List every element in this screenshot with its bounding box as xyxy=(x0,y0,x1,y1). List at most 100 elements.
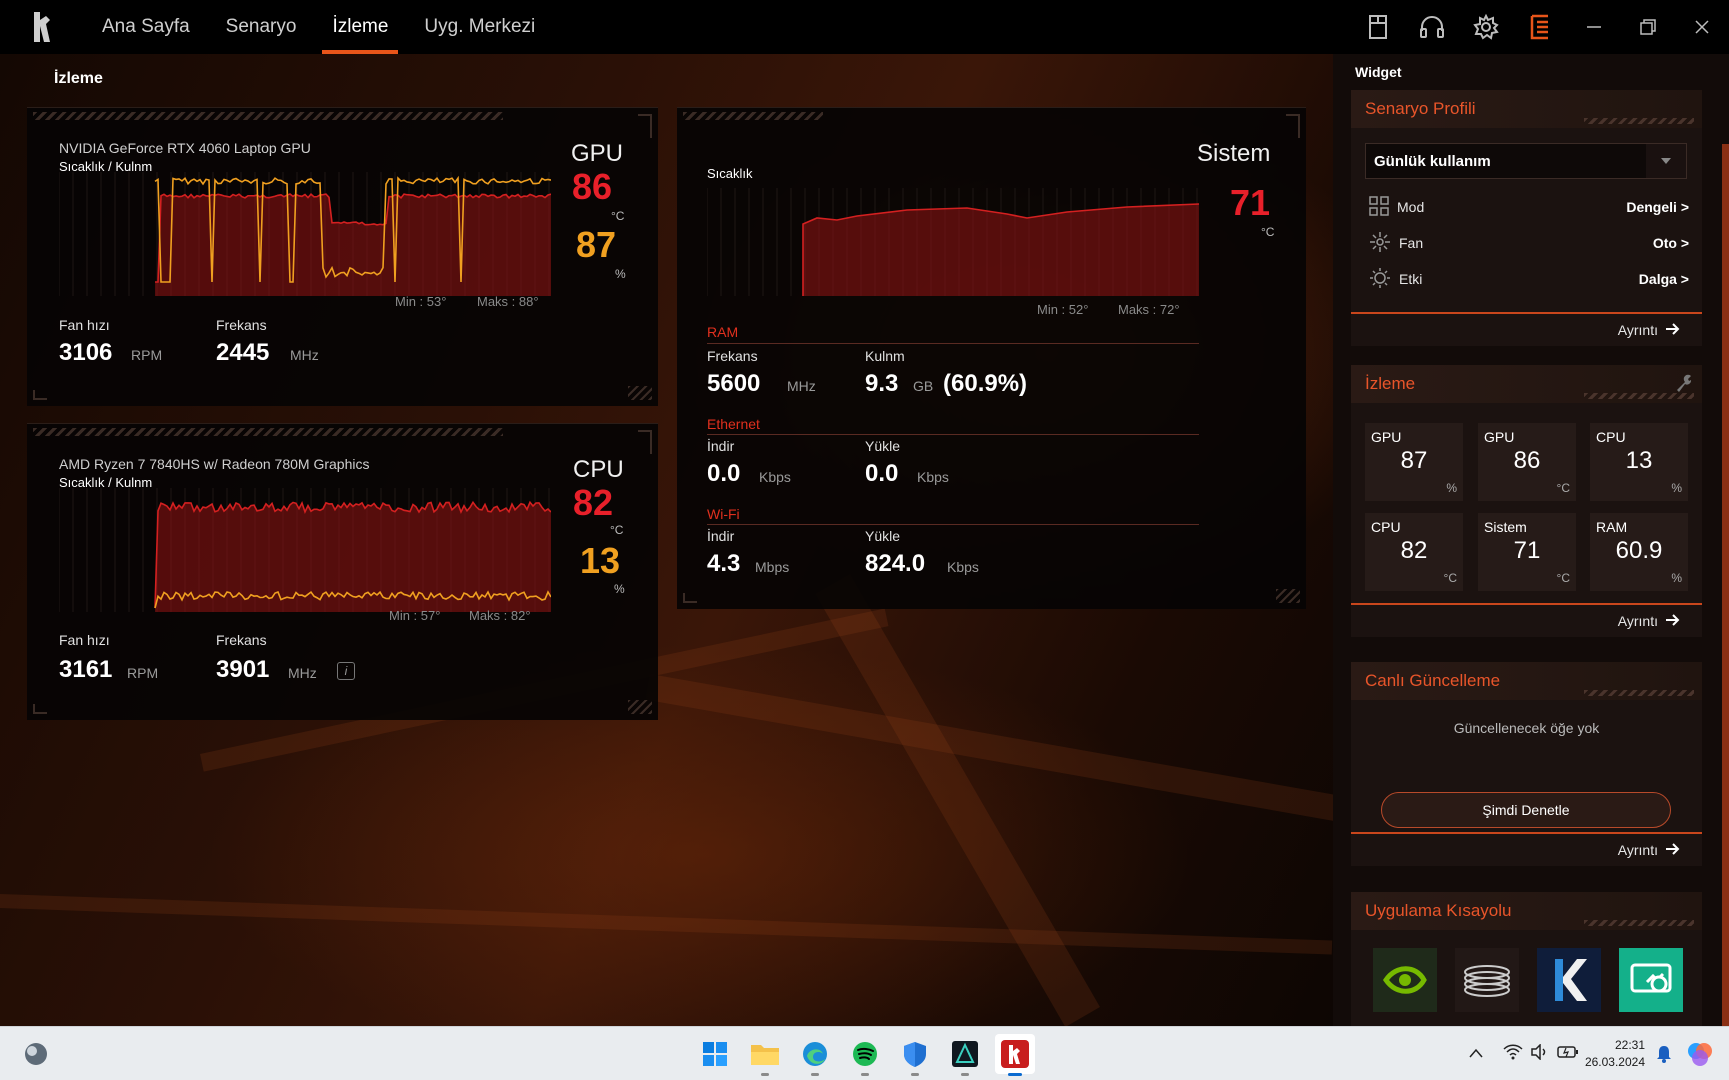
tile-cpu-usage[interactable]: CPU 13 % xyxy=(1590,423,1688,501)
monitoring-details-link[interactable]: Ayrıntı xyxy=(1351,603,1702,637)
gpu-panel: NVIDIA GeForce RTX 4060 Laptop GPU Sıcak… xyxy=(27,107,658,406)
app-logo xyxy=(0,0,84,54)
no-updates-text: Güncellenecek öğe yok xyxy=(1453,720,1600,736)
widget-panel-icon[interactable] xyxy=(1513,0,1567,54)
copilot-icon[interactable] xyxy=(1685,1039,1715,1074)
cpu-temp-value: 82 xyxy=(573,482,614,523)
fan-icon xyxy=(1369,231,1391,256)
k-app-icon[interactable] xyxy=(1537,948,1601,1012)
monitoring-card: İzleme GPU 87 % GPU 86 °C CPU 13 % CPU 8… xyxy=(1351,365,1702,637)
scenario-profile-card: Senaryo Profili Günlük kullanım Mod Deng… xyxy=(1351,90,1702,346)
widget-sidebar: Widget Senaryo Profili Günlük kullanım M… xyxy=(1333,54,1729,1074)
tab-app-center[interactable]: Uyg. Merkezi xyxy=(406,0,553,54)
cpu-fan-value: 3161 xyxy=(59,656,113,683)
page-title: İzleme xyxy=(54,70,103,87)
coil-app-icon[interactable] xyxy=(1455,948,1519,1012)
cpu-temp-unit: °C xyxy=(610,523,624,537)
gpu-history-chart xyxy=(59,172,551,296)
scenario-profile-select[interactable]: Günlük kullanım xyxy=(1365,143,1687,179)
notification-bell-icon[interactable] xyxy=(1655,1044,1673,1069)
ethernet-up-value: 0.0 xyxy=(865,460,899,487)
tile-system-temp[interactable]: Sistem 71 °C xyxy=(1478,513,1576,591)
ethernet-down-label: İndir xyxy=(707,438,735,454)
profile-row-fan[interactable]: Fan Oto > xyxy=(1369,228,1689,258)
monitor-app-icon[interactable] xyxy=(1619,948,1683,1012)
settings-gear-icon[interactable] xyxy=(1459,0,1513,54)
keyboard-lighting-icon[interactable] xyxy=(1351,0,1405,54)
system-temp-label: Sıcaklık xyxy=(707,166,753,181)
volume-icon[interactable] xyxy=(1531,1042,1549,1065)
tab-scenario[interactable]: Senaryo xyxy=(208,0,315,54)
wifi-down-value: 4.3 xyxy=(707,550,741,577)
system-max-temp: Maks : 72° xyxy=(1118,302,1180,317)
gpu-fan-label: Fan hızı xyxy=(59,317,110,333)
system-temp-value: 71 xyxy=(1230,182,1271,223)
cpu-fan-label: Fan hızı xyxy=(59,632,110,648)
edge-browser-icon[interactable] xyxy=(795,1034,835,1076)
wifi-up-unit: Kbps xyxy=(947,559,979,575)
security-shield-icon[interactable] xyxy=(895,1034,935,1076)
dark-app-icon[interactable] xyxy=(945,1034,985,1076)
profile-row-effect[interactable]: Etki Dalga > xyxy=(1369,264,1689,294)
ethernet-down-value: 0.0 xyxy=(707,460,741,487)
wifi-section-header: Wi-Fi xyxy=(707,506,740,522)
tile-cpu-temp[interactable]: CPU 82 °C xyxy=(1365,513,1463,591)
system-temp-chart xyxy=(707,188,1199,296)
profile-details-link[interactable]: Ayrıntı xyxy=(1351,312,1702,346)
ram-freq-value: 5600 xyxy=(707,370,761,397)
ram-freq-unit: MHz xyxy=(787,378,816,394)
close-icon[interactable] xyxy=(1675,0,1729,54)
tray-chevron-up-icon[interactable] xyxy=(1469,1045,1483,1063)
widgets-weather-icon[interactable] xyxy=(16,1034,56,1074)
windows-start-icon[interactable] xyxy=(695,1034,735,1074)
system-type-label: Sistem xyxy=(1197,140,1271,167)
tab-monitoring[interactable]: İzleme xyxy=(314,0,406,54)
gpu-max-temp: Maks : 88° xyxy=(477,294,539,309)
check-now-button[interactable]: Şimdi Denetle xyxy=(1381,792,1671,828)
grid-mode-icon xyxy=(1369,195,1389,219)
spotify-icon[interactable] xyxy=(845,1034,885,1076)
sidebar-scrollbar[interactable] xyxy=(1722,144,1729,1074)
system-min-temp: Min : 52° xyxy=(1037,302,1089,317)
file-explorer-icon[interactable] xyxy=(745,1034,785,1076)
restore-icon[interactable] xyxy=(1621,0,1675,54)
app-shortcuts-title: Uygulama Kısayolu xyxy=(1365,901,1512,920)
effect-sun-icon xyxy=(1369,267,1391,292)
ram-used-value: 9.3 xyxy=(865,370,899,397)
tile-ram-usage[interactable]: RAM 60.9 % xyxy=(1590,513,1688,591)
wifi-icon[interactable] xyxy=(1503,1044,1523,1065)
system-clock[interactable]: 22:31 26.03.2024 xyxy=(1585,1037,1645,1071)
arrow-right-icon xyxy=(1666,613,1680,629)
wifi-up-label: Yükle xyxy=(865,528,901,544)
gpu-device-name: NVIDIA GeForce RTX 4060 Laptop GPU xyxy=(59,140,311,156)
ethernet-up-label: Yükle xyxy=(865,438,901,454)
update-details-link[interactable]: Ayrıntı xyxy=(1351,832,1702,866)
predator-sense-icon[interactable] xyxy=(995,1034,1035,1076)
minimize-icon[interactable] xyxy=(1567,0,1621,54)
tab-home[interactable]: Ana Sayfa xyxy=(84,0,208,54)
live-update-title: Canlı Güncelleme xyxy=(1365,671,1501,690)
headset-icon[interactable] xyxy=(1405,0,1459,54)
wrench-icon[interactable] xyxy=(1674,373,1694,398)
info-icon[interactable]: i xyxy=(337,662,355,680)
arrow-right-icon xyxy=(1666,322,1680,338)
ram-section-header: RAM xyxy=(707,324,739,340)
cpu-max-temp: Maks : 82° xyxy=(469,608,531,623)
system-panel: Sistem Sıcaklık 71 °C Min : 52° Maks : 7… xyxy=(677,107,1306,609)
gpu-freq-label: Frekans xyxy=(216,317,267,333)
cpu-temp-area xyxy=(155,502,551,612)
gpu-temp-value: 86 xyxy=(572,166,613,207)
profile-row-mode[interactable]: Mod Dengeli > xyxy=(1369,192,1689,222)
system-temp-unit: °C xyxy=(1261,225,1275,239)
gpu-usage-value: 87 xyxy=(576,224,617,265)
tile-gpu-temp[interactable]: GPU 86 °C xyxy=(1478,423,1576,501)
gpu-freq-unit: MHz xyxy=(290,347,319,363)
windows-taskbar: 22:31 26.03.2024 xyxy=(0,1026,1729,1080)
nvidia-app-icon[interactable] xyxy=(1373,948,1437,1012)
cpu-fan-unit: RPM xyxy=(127,665,159,681)
cpu-freq-value: 3901 xyxy=(216,656,270,683)
battery-icon[interactable] xyxy=(1557,1045,1579,1064)
gpu-fan-unit: RPM xyxy=(131,347,163,363)
gpu-fan-value: 3106 xyxy=(59,339,113,366)
tile-gpu-usage[interactable]: GPU 87 % xyxy=(1365,423,1463,501)
